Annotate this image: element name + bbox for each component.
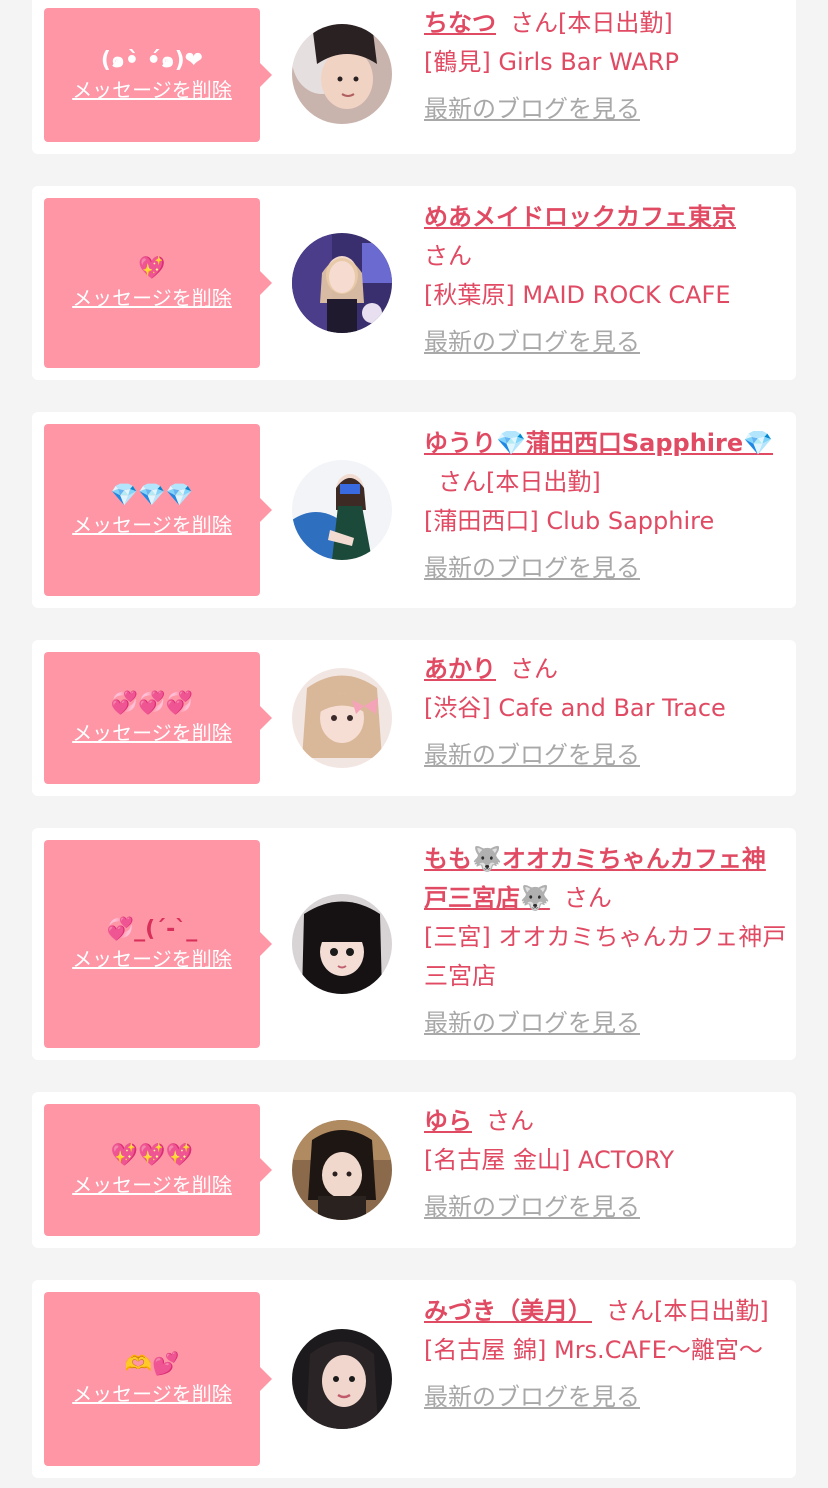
honorific: さん	[438, 468, 486, 496]
avatar[interactable]	[292, 1329, 392, 1429]
message-text: 💞💞💞	[110, 691, 194, 716]
profile-info: ゆら さん [名古屋 金山] ACTORY 最新のブログを見る	[424, 1102, 788, 1227]
avatar[interactable]	[292, 24, 392, 124]
shop-name: [名古屋 金山] ACTORY	[424, 1146, 675, 1174]
latest-blog-link[interactable]: 最新のブログを見る	[424, 1004, 788, 1043]
honorific: さん	[510, 9, 558, 37]
delete-message-link[interactable]: メッセージを削除	[72, 284, 232, 312]
delete-message-link[interactable]: メッセージを削除	[72, 1380, 232, 1408]
message-card: 💖 メッセージを削除 めあメイドロックカフェ東京 さん [秋葉原] MAID RO…	[32, 186, 796, 380]
status-text: [本日出勤]	[558, 9, 673, 37]
message-bubble: 💞💞💞 メッセージを削除	[44, 652, 272, 784]
honorific: さん	[424, 242, 472, 270]
honorific: さん	[563, 884, 612, 912]
honorific: さん	[486, 1107, 534, 1135]
shop-name: [秋葉原] MAID ROCK CAFE	[424, 281, 731, 309]
status-text: [本日出勤]	[486, 468, 601, 496]
delete-message-link[interactable]: メッセージを削除	[72, 76, 232, 104]
profile-name-link[interactable]: あかり	[424, 655, 496, 683]
message-text: 🫶💕	[124, 1352, 180, 1377]
profile-name-link[interactable]: ゆら	[424, 1107, 472, 1135]
avatar[interactable]	[292, 460, 392, 560]
message-card: 🫶💕 メッセージを削除 みづき（美月） さん[本日出勤] [名古屋 錦] Mrs.…	[32, 1280, 796, 1478]
avatar[interactable]	[292, 233, 392, 333]
delete-message-link[interactable]: メッセージを削除	[72, 945, 232, 973]
profile-info: めあメイドロックカフェ東京 さん [秋葉原] MAID ROCK CAFE 最新の…	[424, 198, 788, 362]
avatar[interactable]	[292, 894, 392, 994]
message-card: 💖💖💖 メッセージを削除 ゆら さん [名古屋 金山] ACTORY 最新のブログ…	[32, 1092, 796, 1248]
avatar[interactable]	[292, 1120, 392, 1220]
message-card: 💞_(´-`_ メッセージを削除 もも🐺オオカミちゃんカフェ神戸三宮店🐺 さん […	[32, 828, 796, 1060]
shop-name: [名古屋 錦] Mrs.CAFE〜離宮〜	[424, 1336, 763, 1364]
shop-name: [鶴見] Girls Bar WARP	[424, 48, 679, 76]
honorific: さん	[510, 655, 558, 683]
message-bubble: (๑•̀ •́๑)❤ メッセージを削除	[44, 8, 272, 142]
shop-name: [渋谷] Cafe and Bar Trace	[424, 694, 726, 722]
message-text: 💞_(´-`_	[106, 917, 198, 942]
delete-message-link[interactable]: メッセージを削除	[72, 719, 232, 747]
profile-info: もも🐺オオカミちゃんカフェ神戸三宮店🐺 さん [三宮] オオカミちゃんカフェ神戸三…	[424, 840, 788, 1043]
latest-blog-link[interactable]: 最新のブログを見る	[424, 1188, 788, 1227]
profile-info: あかり さん [渋谷] Cafe and Bar Trace 最新のブログを見る	[424, 650, 788, 775]
latest-blog-link[interactable]: 最新のブログを見る	[424, 90, 788, 129]
message-bubble: 💖 メッセージを削除	[44, 198, 272, 368]
shop-name: [三宮] オオカミちゃんカフェ神戸三宮店	[424, 923, 787, 990]
latest-blog-link[interactable]: 最新のブログを見る	[424, 736, 788, 775]
latest-blog-link[interactable]: 最新のブログを見る	[424, 1378, 788, 1417]
profile-name-link[interactable]: めあメイドロックカフェ東京	[424, 203, 736, 231]
message-bubble: 🫶💕 メッセージを削除	[44, 1292, 272, 1466]
message-text: 💖	[138, 256, 166, 281]
profile-info: ちなつ さん[本日出勤] [鶴見] Girls Bar WARP 最新のブログを見…	[424, 4, 788, 129]
message-card: (๑•̀ •́๑)❤ メッセージを削除 ちなつ さん[本日出勤] [鶴見] Gir…	[32, 0, 796, 154]
message-text: 💖💖💖	[110, 1143, 194, 1168]
message-card: 💎💎💎 メッセージを削除 ゆうり💎蒲田西口Sapphire💎 さん[本日出勤] […	[32, 412, 796, 608]
message-bubble: 💖💖💖 メッセージを削除	[44, 1104, 272, 1236]
shop-name: [蒲田西口] Club Sapphire	[424, 507, 715, 535]
profile-name-link[interactable]: みづき（美月）	[424, 1297, 592, 1325]
profile-info: ゆうり💎蒲田西口Sapphire💎 さん[本日出勤] [蒲田西口] Club Sa…	[424, 424, 788, 588]
delete-message-link[interactable]: メッセージを削除	[72, 1171, 232, 1199]
profile-info: みづき（美月） さん[本日出勤] [名古屋 錦] Mrs.CAFE〜離宮〜 最新の…	[424, 1292, 788, 1417]
message-card: 💞💞💞 メッセージを削除 あかり さん [渋谷] Cafe and Bar Tra…	[32, 640, 796, 796]
message-text: 💎💎💎	[110, 483, 194, 508]
honorific: さん	[606, 1297, 654, 1325]
message-bubble: 💎💎💎 メッセージを削除	[44, 424, 272, 596]
status-text: [本日出勤]	[654, 1297, 769, 1325]
avatar[interactable]	[292, 668, 392, 768]
message-text: (๑•̀ •́๑)❤	[100, 48, 204, 73]
profile-name-link[interactable]: ちなつ	[424, 9, 496, 37]
latest-blog-link[interactable]: 最新のブログを見る	[424, 323, 788, 362]
profile-name-link[interactable]: ゆうり💎蒲田西口Sapphire💎	[424, 429, 773, 457]
delete-message-link[interactable]: メッセージを削除	[72, 511, 232, 539]
latest-blog-link[interactable]: 最新のブログを見る	[424, 549, 788, 588]
message-bubble: 💞_(´-`_ メッセージを削除	[44, 840, 272, 1048]
